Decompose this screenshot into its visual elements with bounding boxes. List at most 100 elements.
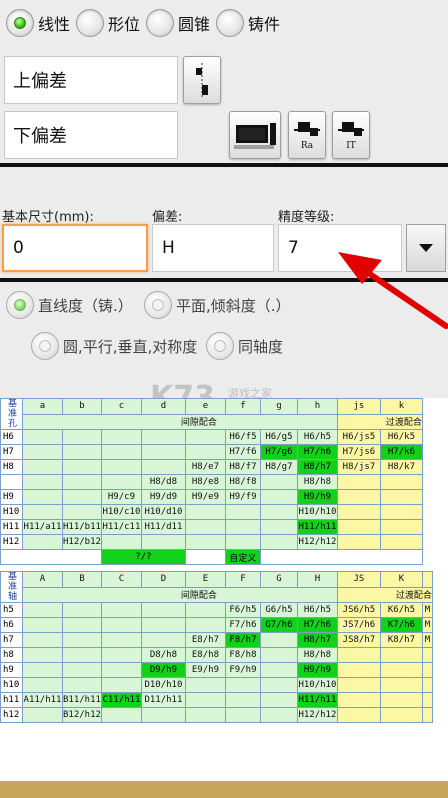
fit-cell[interactable]: A11/h11: [22, 692, 63, 708]
fit-cell[interactable]: H9/f9: [224, 489, 261, 505]
fit-cell[interactable]: H8/f7: [224, 459, 261, 475]
radio-casting[interactable]: 铸件: [216, 9, 280, 37]
fit-cell: [22, 429, 63, 445]
fit-cell[interactable]: H8/h7: [296, 459, 338, 475]
fit-cell[interactable]: M: [421, 602, 433, 618]
upper-deviation-box[interactable]: 上偏差: [4, 56, 178, 104]
fit-cell[interactable]: B11/h11: [62, 692, 102, 708]
fit-cell[interactable]: D10/h10: [140, 677, 186, 693]
fit-cell[interactable]: H6/js5: [336, 429, 381, 445]
fit-cell[interactable]: F7/h6: [224, 617, 261, 633]
fit-cell[interactable]: H10/c10: [100, 504, 142, 520]
fit-cell: [62, 617, 102, 633]
grade-label: 精度等级:: [278, 210, 335, 225]
roughness-ra-button[interactable]: Ra: [288, 111, 326, 159]
fit-cell[interactable]: H8/h8: [296, 474, 338, 490]
tolerance-diagram-button[interactable]: [183, 56, 221, 104]
fit-cell[interactable]: H11/h11: [296, 519, 338, 535]
radio-geometric[interactable]: 形位: [76, 9, 140, 37]
computer-button[interactable]: [229, 111, 281, 159]
fit-cell[interactable]: H11/d11: [140, 519, 186, 535]
fit-cell[interactable]: E8/h7: [184, 632, 226, 648]
fit-cell[interactable]: H9/h9: [296, 489, 338, 505]
fit-cell[interactable]: H12/b12: [62, 534, 102, 550]
fit-cell[interactable]: H9/e9: [184, 489, 226, 505]
fit-cell[interactable]: K7/h6: [379, 617, 423, 633]
table-row: h11 A11/h11 B11/h11 C11/h11 D11/h11 H11/h11: [0, 692, 433, 708]
fit-cell[interactable]: H11/h11: [296, 692, 338, 708]
lower-deviation-box[interactable]: 下偏差: [4, 111, 178, 159]
fit-cell[interactable]: F8/h8: [224, 647, 261, 663]
fit-cell[interactable]: H6/h5: [296, 429, 338, 445]
fit-cell[interactable]: H6/f5: [224, 429, 261, 445]
fit-cell[interactable]: F9/h9: [224, 662, 261, 678]
fit-cell[interactable]: H7/js6: [336, 444, 381, 460]
fit-cell[interactable]: H11/c11: [100, 519, 142, 535]
fit-cell[interactable]: D11/h11: [140, 692, 186, 708]
unknown-fit-button[interactable]: ?/?: [100, 549, 186, 565]
fit-cell[interactable]: F8/h7: [224, 632, 261, 648]
fit-cell[interactable]: H6/g5: [259, 429, 298, 445]
fit-cell[interactable]: H7/f6: [224, 444, 261, 460]
fit-cell[interactable]: H9/d9: [140, 489, 186, 505]
shaft-table-col-header: A: [22, 571, 63, 588]
fit-cell[interactable]: M: [421, 632, 433, 648]
fit-cell: [140, 707, 186, 723]
basic-size-label: 基本尺寸(mm):: [2, 210, 94, 225]
fit-cell[interactable]: F6/h5: [224, 602, 261, 618]
fit-cell[interactable]: JS8/h7: [336, 632, 381, 648]
radio-roundness[interactable]: 圆,平行,垂直,对称度: [31, 332, 197, 360]
fit-cell[interactable]: H11/a11: [22, 519, 63, 535]
fit-cell[interactable]: H8/h7: [296, 632, 338, 648]
fit-cell[interactable]: H8/h8: [296, 647, 338, 663]
fit-cell[interactable]: H6/h5: [296, 602, 338, 618]
fit-cell[interactable]: H8/g7: [259, 459, 298, 475]
basic-size-input[interactable]: 0: [2, 224, 148, 272]
fit-cell[interactable]: JS6/h5: [336, 602, 381, 618]
fit-cell[interactable]: G6/h5: [259, 602, 298, 618]
fit-cell[interactable]: H7/h6: [296, 444, 338, 460]
hole-table-col-header: a: [22, 398, 63, 415]
fit-cell[interactable]: H9/c9: [100, 489, 142, 505]
fit-cell: [184, 692, 226, 708]
fit-cell: [336, 662, 381, 678]
fit-cell[interactable]: H8/d8: [140, 474, 186, 490]
table-row: h12 B12/h12 H12/h12: [0, 707, 433, 723]
fit-cell[interactable]: E9/h9: [184, 662, 226, 678]
fit-cell[interactable]: K6/h5: [379, 602, 423, 618]
radio-flatness[interactable]: 平面,倾斜度（.）: [144, 291, 291, 319]
fit-cell[interactable]: B12/h12: [62, 707, 102, 723]
fit-cell[interactable]: H7/h6: [296, 617, 338, 633]
fit-cell[interactable]: H10/d10: [140, 504, 186, 520]
fit-cell[interactable]: D9/h9: [140, 662, 186, 678]
custom-fit-button[interactable]: 自定义: [224, 549, 261, 565]
fit-cell[interactable]: E8/h8: [184, 647, 226, 663]
fit-cell[interactable]: G7/h6: [259, 617, 298, 633]
fit-cell[interactable]: H12/h12: [296, 534, 338, 550]
radio-cone[interactable]: 圆锥: [146, 9, 210, 37]
it-grade-button[interactable]: IT: [332, 111, 370, 159]
fit-cell[interactable]: JS7/h6: [336, 617, 381, 633]
fit-cell[interactable]: K8/h7: [379, 632, 423, 648]
fit-cell[interactable]: H10/h10: [296, 677, 338, 693]
fit-cell[interactable]: H6/k5: [379, 429, 423, 445]
fit-cell[interactable]: D8/h8: [140, 647, 186, 663]
fit-cell[interactable]: H11/b11: [62, 519, 102, 535]
fit-cell[interactable]: H8/e8: [184, 474, 226, 490]
fit-cell[interactable]: H12/h12: [296, 707, 338, 723]
fit-cell[interactable]: H10/h10: [296, 504, 338, 520]
fit-cell[interactable]: M: [421, 617, 433, 633]
radio-coaxiality[interactable]: 同轴度: [206, 332, 283, 360]
radio-linear[interactable]: 线性: [6, 9, 70, 37]
deviation-input[interactable]: H: [152, 224, 274, 272]
fit-cell[interactable]: H7/k6: [379, 444, 423, 460]
radio-straightness[interactable]: 直线度（铸.）: [6, 291, 133, 319]
fit-cell: [259, 662, 298, 678]
fit-cell[interactable]: H8/js7: [336, 459, 381, 475]
fit-cell[interactable]: H9/h9: [296, 662, 338, 678]
fit-cell[interactable]: H8/e7: [184, 459, 226, 475]
fit-cell[interactable]: H7/g6: [259, 444, 298, 460]
fit-cell[interactable]: C11/h11: [100, 692, 142, 708]
fit-cell[interactable]: H8/f8: [224, 474, 261, 490]
fit-cell[interactable]: H8/k7: [379, 459, 423, 475]
